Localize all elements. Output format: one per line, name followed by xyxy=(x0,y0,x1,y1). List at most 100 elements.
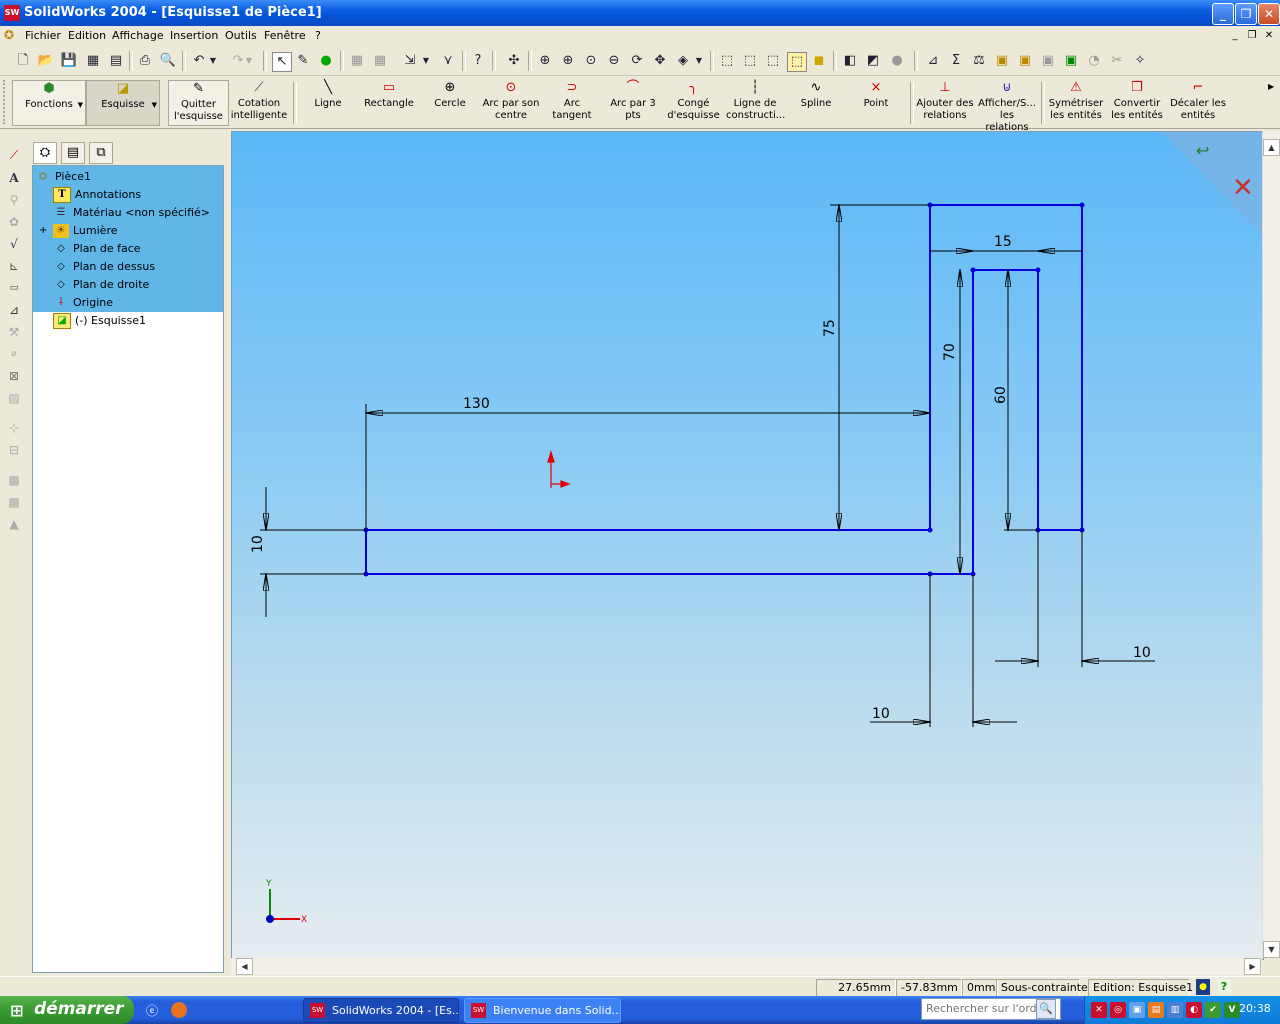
undo-dropdown-icon[interactable]: ▼ xyxy=(208,52,218,70)
menu-edition[interactable]: Edition xyxy=(64,28,110,44)
sketch-geometry[interactable] xyxy=(365,204,1083,575)
sketch-points[interactable] xyxy=(363,202,1085,577)
doc-restore-button[interactable]: ❐ xyxy=(1245,29,1259,42)
note-tool-icon[interactable]: ⚲ xyxy=(5,191,23,209)
command-manager-scroll-icon[interactable]: ▶ xyxy=(1268,82,1274,91)
feature-tree-tab-icon[interactable]: ⛭ xyxy=(33,142,57,164)
make-drawing-icon[interactable]: ▦ xyxy=(84,52,102,70)
dimension-tool-icon[interactable]: ⟋ xyxy=(5,146,23,164)
weld-icon[interactable]: ⚒ xyxy=(5,323,23,341)
datum-icon[interactable]: ⊾ xyxy=(5,257,23,275)
tree-item-plan-de-dessus[interactable]: ◇ Plan de dessus xyxy=(53,258,155,276)
tree-item-origine[interactable]: ⸸ Origine xyxy=(53,294,113,312)
zoom-to-fit-icon[interactable]: ⊕ xyxy=(536,52,554,70)
zoom-to-area-icon[interactable]: ⊕ xyxy=(559,52,577,70)
open-file-icon[interactable]: 📂 xyxy=(37,52,55,70)
ie-quicklaunch-icon[interactable]: ⓔ xyxy=(146,1002,162,1018)
tree-item-plan-de-face[interactable]: ◇ Plan de face xyxy=(53,240,140,258)
dimension-value-75[interactable]: 75 xyxy=(822,319,838,337)
taskbar-item-bienvenue[interactable]: SW Bienvenue dans Solid... xyxy=(464,998,621,1023)
vertical-scrollbar[interactable]: ▲ ▼ xyxy=(1262,131,1280,958)
grid-icon[interactable]: ▦ xyxy=(348,52,366,70)
circle-button[interactable]: ⊕ Cercle xyxy=(424,80,476,126)
balloon-tool-icon[interactable]: ✿ xyxy=(5,213,23,231)
sketch-profile[interactable] xyxy=(365,204,1083,575)
tangent-arc-button[interactable]: ⊃ Arc tangent xyxy=(543,80,601,126)
spline-button[interactable]: ∿ Spline xyxy=(790,80,842,126)
menu-insertion[interactable]: Insertion xyxy=(166,28,222,44)
fonctions-dropdown-icon[interactable]: ▼ xyxy=(78,99,83,111)
addins-icon[interactable]: ✧ xyxy=(1131,52,1149,70)
block-icon[interactable]: ▩ xyxy=(5,471,23,489)
tree-item-annotations[interactable]: T Annotations xyxy=(53,186,141,204)
taskbar-item-solidworks[interactable]: SW SolidWorks 2004 - [Es... xyxy=(303,998,459,1023)
print-icon[interactable]: ⎙ xyxy=(136,52,154,70)
point-button[interactable]: × Point xyxy=(850,80,902,126)
hidden-lines-gray-icon[interactable]: ⬚ xyxy=(741,52,759,70)
smart-dimension-button[interactable]: ⟋ Cotation intelligente xyxy=(230,80,288,126)
scroll-left-icon[interactable]: ◀ xyxy=(236,958,253,975)
display-relations-button[interactable]: ⊍ Afficher/S... les relations xyxy=(977,80,1037,133)
shadow-icon[interactable]: ◩ xyxy=(864,52,882,70)
print-preview-icon[interactable]: 🔍 xyxy=(159,52,177,70)
doc-close-button[interactable]: ✕ xyxy=(1262,29,1276,42)
menu-help[interactable]: ? xyxy=(311,28,325,44)
check-icon[interactable]: ▣ xyxy=(1039,52,1057,70)
dimension-value-10-right[interactable]: 10 xyxy=(1133,645,1151,661)
add-relations-button[interactable]: ⊥ Ajouter des relations xyxy=(916,80,974,126)
doc-minimize-button[interactable]: _ xyxy=(1228,29,1242,42)
tools-gray-icon[interactable]: ✂ xyxy=(1108,52,1126,70)
configuration-manager-tab-icon[interactable]: ⧉ xyxy=(89,142,113,164)
scroll-up-icon[interactable]: ▲ xyxy=(1263,139,1280,156)
construction-line-button[interactable]: ┆ Ligne de constructi... xyxy=(726,80,785,126)
exit-sketch-corner-icon[interactable]: ↩ xyxy=(1196,141,1209,160)
convert-entities-button[interactable]: ❒ Convertir les entités xyxy=(1108,80,1166,126)
search-icon[interactable]: 🔍 xyxy=(1036,999,1056,1019)
tray-solidworks-icon[interactable]: ◎ xyxy=(1110,1002,1126,1018)
new-file-icon[interactable]: 🗋 xyxy=(14,52,32,70)
tree-item-material[interactable]: ☰ Matériau <non spécifié> xyxy=(53,204,210,222)
menu-fenetre[interactable]: Fenêtre xyxy=(260,28,310,44)
cosmetic-thread-icon[interactable]: ⊟ xyxy=(5,441,23,459)
rebuild-status-icon[interactable]: ● xyxy=(1196,979,1210,995)
shaded-icon[interactable]: ◼ xyxy=(810,52,828,70)
start-button[interactable]: ⊞ démarrer xyxy=(0,996,134,1024)
sketch-point[interactable] xyxy=(1035,267,1041,273)
tray-device-icon[interactable]: ▥ xyxy=(1167,1002,1183,1018)
document-icon[interactable]: ✪ xyxy=(4,28,20,44)
cancel-sketch-corner-icon[interactable]: ✕ xyxy=(1232,173,1254,203)
dimension-value-70[interactable]: 70 xyxy=(942,343,958,361)
tree-root-part[interactable]: ⛭ Pièce1 xyxy=(35,168,91,186)
rectangle-button[interactable]: ▭ Rectangle xyxy=(360,80,418,126)
excel-icon[interactable]: ▣ xyxy=(1062,52,1080,70)
equations-icon[interactable]: Σ xyxy=(947,52,965,70)
tray-printer-icon[interactable]: ▤ xyxy=(1148,1002,1164,1018)
menu-fichier[interactable]: Fichier xyxy=(21,28,65,44)
block2-icon[interactable]: ▩ xyxy=(5,493,23,511)
sketch-pencil-icon[interactable]: ✎ xyxy=(294,52,312,70)
quick-tips-icon[interactable]: ? xyxy=(1217,979,1231,995)
tree-item-lumiere[interactable]: ☀ Lumière xyxy=(53,222,118,240)
measure-icon[interactable]: ⊿ xyxy=(924,52,942,70)
dimension-value-130[interactable]: 130 xyxy=(463,396,490,412)
sketch-point[interactable] xyxy=(927,527,933,533)
tray-antivirus-icon[interactable]: ✕ xyxy=(1091,1002,1107,1018)
realview-icon[interactable]: ● xyxy=(888,52,906,70)
centermark-icon[interactable]: ⊹ xyxy=(5,419,23,437)
center-arc-button[interactable]: ⊙ Arc par son centre xyxy=(482,80,540,126)
grid2-icon[interactable]: ▦ xyxy=(371,52,389,70)
hole-callout-icon[interactable]: ⌀ xyxy=(5,345,23,363)
annotation-warning-icon[interactable]: ▲ xyxy=(5,515,23,533)
scroll-right-icon[interactable]: ▶ xyxy=(1244,958,1261,975)
view-dropdown-icon[interactable]: ◈ xyxy=(674,52,692,70)
horizontal-scrollbar[interactable]: ◀ ▶ xyxy=(231,958,1262,975)
three-point-arc-button[interactable]: ⌒ Arc par 3 pts xyxy=(606,80,660,126)
selection-filter-icon[interactable]: ⇲ xyxy=(401,52,419,70)
datum-target-icon[interactable]: ⊿ xyxy=(5,301,23,319)
line-button[interactable]: ╲ Ligne xyxy=(302,80,354,126)
close-button[interactable]: ✕ xyxy=(1258,3,1280,25)
filter-toggle-icon[interactable]: ⋎ xyxy=(439,52,457,70)
gtol-icon[interactable]: ▭ xyxy=(5,279,23,297)
tray-shield-icon[interactable]: ✔ xyxy=(1205,1002,1221,1018)
whats-this-help-icon[interactable]: ? xyxy=(469,52,487,70)
